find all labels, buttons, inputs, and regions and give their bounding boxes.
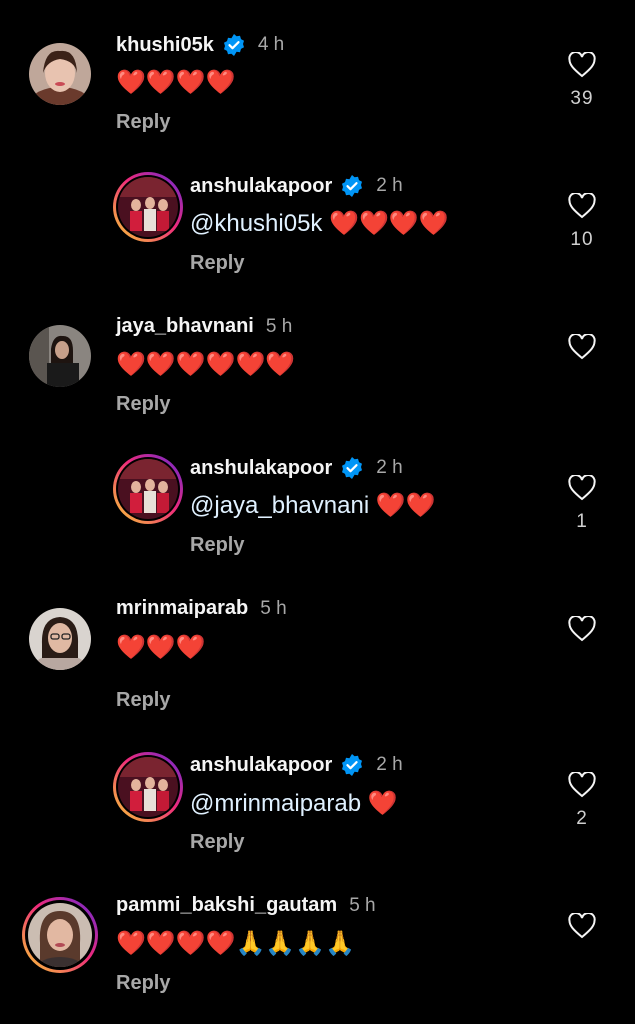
reply-button[interactable]: Reply xyxy=(190,252,244,275)
avatar xyxy=(118,757,178,817)
verified-badge-icon xyxy=(340,174,364,198)
verified-badge-icon xyxy=(222,33,246,57)
avatar xyxy=(118,177,178,237)
reply-button[interactable]: Reply xyxy=(116,972,170,995)
like-control[interactable]: 10 xyxy=(566,193,598,251)
heart-outline-icon[interactable] xyxy=(568,193,596,219)
comment-username[interactable]: anshulakapoor xyxy=(190,175,332,198)
comment-text: ❤️❤️❤️❤️ xyxy=(329,210,449,237)
like-count: 10 xyxy=(570,229,594,250)
comment-username[interactable]: pammi_bakshi_gautam xyxy=(116,894,337,917)
story-ring[interactable] xyxy=(113,752,183,822)
verified-badge-icon xyxy=(340,456,364,480)
comment-text: ❤️❤️ xyxy=(375,492,436,519)
comment-username[interactable]: mrinmaiparab xyxy=(116,597,248,620)
comment-timestamp: 5 h xyxy=(265,315,293,337)
comment-username[interactable]: anshulakapoor xyxy=(190,457,332,480)
like-count: 2 xyxy=(576,808,588,829)
comment-text: ❤️❤️❤️ xyxy=(116,634,206,661)
comment-mention[interactable]: @mrinmaiparab xyxy=(190,790,361,817)
reply-button[interactable]: Reply xyxy=(116,111,170,134)
story-ring[interactable] xyxy=(22,897,98,973)
avatar[interactable] xyxy=(29,608,91,670)
comment-timestamp: 5 h xyxy=(349,894,376,916)
comment-timestamp: 2 h xyxy=(376,457,403,478)
comment-username[interactable]: jaya_bhavnani xyxy=(116,315,254,338)
like-control[interactable] xyxy=(566,913,598,939)
heart-outline-icon[interactable] xyxy=(568,913,596,939)
avatar[interactable] xyxy=(29,325,91,387)
like-control[interactable]: 2 xyxy=(566,772,598,830)
like-control[interactable]: 39 xyxy=(566,52,598,110)
avatar xyxy=(28,903,92,967)
reply-button[interactable]: Reply xyxy=(190,831,244,854)
reply-button[interactable]: Reply xyxy=(116,689,170,712)
reply-button[interactable]: Reply xyxy=(190,534,244,557)
comment-text: ❤️❤️❤️❤️ xyxy=(116,69,236,96)
heart-outline-icon[interactable] xyxy=(568,334,596,360)
comment-mention[interactable]: @khushi05k xyxy=(190,210,322,237)
comment-username[interactable]: anshulakapoor xyxy=(190,754,332,777)
like-control[interactable]: 1 xyxy=(566,475,598,533)
comment-text: ❤️❤️❤️❤️🙏🙏🙏🙏 xyxy=(116,930,356,957)
avatar[interactable] xyxy=(29,43,91,105)
like-count: 39 xyxy=(570,88,594,109)
heart-outline-icon[interactable] xyxy=(568,52,596,78)
heart-outline-icon[interactable] xyxy=(568,772,596,798)
avatar xyxy=(118,459,178,519)
heart-outline-icon[interactable] xyxy=(568,616,596,642)
like-control[interactable] xyxy=(566,616,598,642)
story-ring[interactable] xyxy=(113,454,183,524)
comment-timestamp: 5 h xyxy=(260,597,287,619)
verified-badge-icon xyxy=(340,753,364,777)
comment-text: ❤️❤️❤️❤️❤️❤️ xyxy=(116,351,296,378)
reply-button[interactable]: Reply xyxy=(116,393,170,416)
like-control[interactable] xyxy=(566,334,598,360)
comment-username[interactable]: khushi05k xyxy=(116,34,214,57)
comment-mention[interactable]: @jaya_bhavnani xyxy=(190,492,369,519)
comment-timestamp: 4 h xyxy=(257,34,285,55)
like-count: 1 xyxy=(576,511,588,532)
comment-timestamp: 2 h xyxy=(376,175,403,196)
heart-outline-icon[interactable] xyxy=(568,475,596,501)
comment-timestamp: 2 h xyxy=(376,754,403,775)
comment-text: ❤️ xyxy=(367,790,398,817)
story-ring[interactable] xyxy=(113,172,183,242)
